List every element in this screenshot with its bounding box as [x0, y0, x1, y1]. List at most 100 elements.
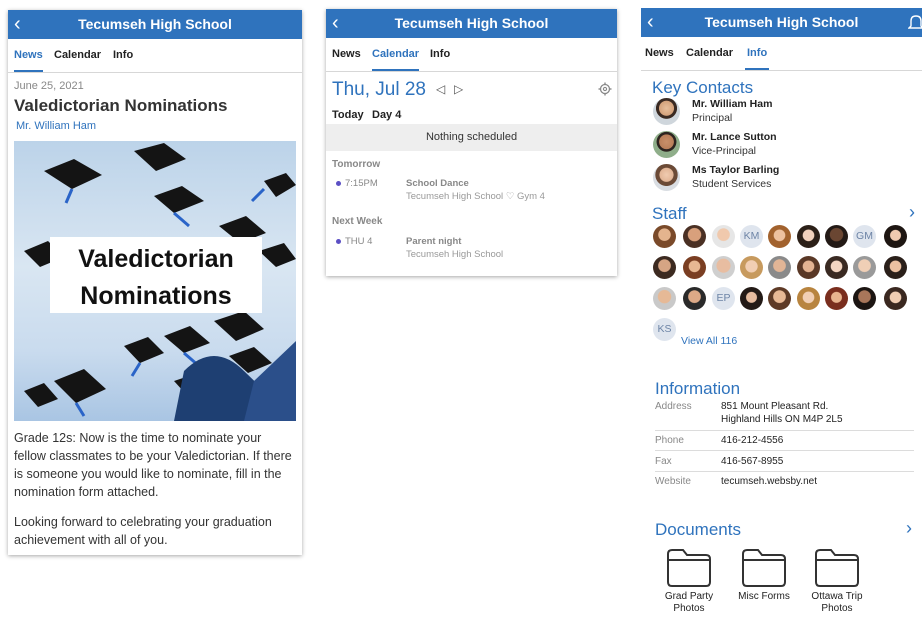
website-label: Website [655, 476, 691, 487]
info-screen: ‹ Tecumseh High School News Calendar Inf… [641, 8, 922, 619]
staff-avatar[interactable] [653, 287, 676, 310]
document-label-line2: Photos [821, 603, 853, 614]
news-paragraph-2: Looking forward to celebrating your grad… [14, 515, 272, 547]
tab-news[interactable]: News [332, 38, 361, 69]
tab-calendar[interactable]: Calendar [54, 39, 101, 70]
nothing-scheduled-text: Nothing scheduled [425, 131, 518, 143]
event-location: Tecumseh High School [406, 191, 504, 202]
address-label: Address [655, 401, 692, 412]
address-line-1: 851 Mount Pleasant Rd. [721, 401, 829, 412]
tab-info[interactable]: Info [113, 39, 133, 70]
app-title: Tecumseh High School [78, 16, 232, 32]
next-week-heading: Next Week [332, 216, 383, 227]
tab-info[interactable]: Info [430, 38, 450, 69]
website-value[interactable]: tecumseh.websby.net [721, 476, 817, 487]
divider [655, 471, 914, 472]
staff-initials-avatar[interactable]: KM [740, 225, 763, 248]
fax-label: Fax [655, 456, 672, 467]
view-all-staff-link[interactable]: View All 116 [681, 335, 737, 347]
staff-avatar[interactable] [653, 225, 676, 248]
staff-avatar[interactable] [712, 225, 735, 248]
app-title: Tecumseh High School [394, 15, 549, 31]
event-date: THU 4 [345, 236, 373, 247]
staff-avatar[interactable] [740, 256, 763, 279]
document-label-line1: Grad Party [664, 591, 714, 602]
image-caption-line1: Valedictorian [78, 245, 234, 273]
image-caption-line2: Nominations [80, 282, 231, 310]
address-line-2: Highland Hills ON M4P 2L5 [721, 414, 843, 425]
divider [655, 430, 914, 431]
news-screen: ‹ Tecumseh High School News Calendar Inf… [8, 10, 302, 555]
information-heading: Information [655, 379, 741, 398]
staff-avatar[interactable] [683, 225, 706, 248]
staff-initials-avatar[interactable]: EP [712, 287, 735, 310]
event-dot [336, 181, 341, 186]
calendar-date: Thu, Jul 28 [332, 79, 426, 100]
staff-avatar[interactable] [884, 256, 907, 279]
news-author-link[interactable]: Mr. William Ham [16, 120, 96, 132]
event-time: 7:15PM [345, 178, 378, 189]
staff-avatar[interactable] [884, 225, 907, 248]
staff-avatar[interactable] [797, 287, 820, 310]
staff-avatar[interactable] [797, 225, 820, 248]
day-number-label: Day 4 [372, 109, 402, 121]
location-pin-icon: ♡ [505, 191, 515, 202]
staff-initials-avatar[interactable]: KS [653, 318, 676, 341]
event-room: Gym 4 [516, 191, 545, 202]
divider [655, 450, 914, 451]
news-paragraph-1: Grade 12s: Now is the time to nominate y… [14, 431, 292, 499]
settings-gear-icon[interactable] [598, 82, 612, 96]
calendar-screen: ‹ Tecumseh High School News Calendar Inf… [326, 9, 617, 276]
phone-value[interactable]: 416-212-4556 [721, 435, 783, 446]
event-location: Tecumseh High School [406, 249, 504, 260]
document-label-line1: Misc Forms [738, 591, 790, 602]
folder-icon[interactable] [666, 548, 712, 588]
documents-heading[interactable]: Documents [655, 520, 741, 540]
event-title[interactable]: School Dance [406, 178, 469, 189]
tab-bar: News Calendar Info [326, 38, 617, 72]
folder-icon[interactable] [741, 548, 787, 588]
tomorrow-heading: Tomorrow [332, 159, 381, 170]
staff-avatar[interactable] [853, 287, 876, 310]
phone-label: Phone [655, 435, 684, 446]
document-label-line1: Ottawa Trip [811, 591, 863, 602]
staff-grid: KM GM EP KS [641, 8, 922, 368]
staff-initials-avatar[interactable]: GM [853, 225, 876, 248]
next-day-icon[interactable]: ▷ [454, 82, 463, 96]
previous-day-icon[interactable]: ◁ [436, 82, 445, 96]
staff-avatar[interactable] [740, 287, 763, 310]
news-image[interactable]: Valedictorian Nominations [14, 141, 296, 421]
staff-avatar[interactable] [853, 256, 876, 279]
document-label[interactable]: Ottawa Trip Photos [801, 591, 873, 615]
news-date: June 25, 2021 [14, 80, 84, 92]
staff-avatar[interactable] [797, 256, 820, 279]
documents-chevron-right-icon[interactable]: › [906, 518, 912, 539]
staff-avatar[interactable] [712, 256, 735, 279]
staff-avatar[interactable] [653, 256, 676, 279]
staff-avatar[interactable] [768, 287, 791, 310]
event-location-line: Tecumseh High School ♡ Gym 4 [406, 191, 545, 202]
staff-avatar[interactable] [884, 287, 907, 310]
nothing-scheduled-banner: Nothing scheduled [326, 124, 617, 151]
document-label[interactable]: Grad Party Photos [655, 591, 723, 615]
tab-calendar[interactable]: Calendar [372, 38, 420, 71]
document-label-line2: Photos [673, 603, 705, 614]
staff-avatar[interactable] [825, 225, 848, 248]
fax-value: 416-567-8955 [721, 456, 784, 467]
staff-avatar[interactable] [683, 256, 706, 279]
staff-avatar[interactable] [825, 256, 848, 279]
app-header: ‹ Tecumseh High School [8, 10, 302, 39]
today-label: Today [332, 109, 364, 121]
document-label[interactable]: Misc Forms [729, 591, 799, 603]
graduation-caps-graphic: Valedictorian Nominations [24, 143, 296, 421]
staff-avatar[interactable] [683, 287, 706, 310]
staff-avatar[interactable] [825, 287, 848, 310]
news-headline: Valedictorian Nominations [14, 96, 228, 115]
staff-avatar[interactable] [768, 225, 791, 248]
event-title[interactable]: Parent night [406, 236, 461, 247]
app-header: ‹ Tecumseh High School [326, 9, 617, 38]
staff-avatar[interactable] [768, 256, 791, 279]
folder-icon[interactable] [814, 548, 860, 588]
event-dot [336, 239, 341, 244]
tab-news[interactable]: News [14, 39, 43, 72]
